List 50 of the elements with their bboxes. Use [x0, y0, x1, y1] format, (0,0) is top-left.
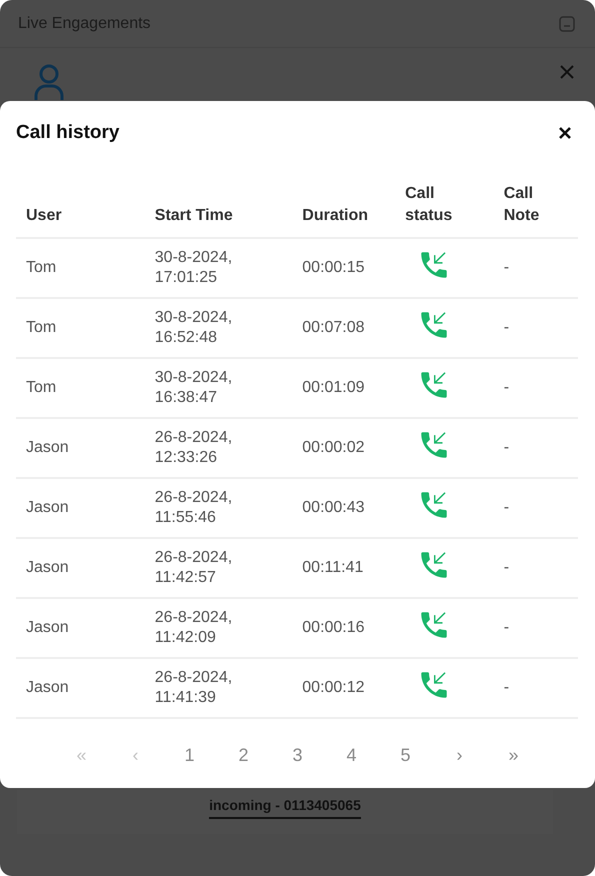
note-cell: - [504, 499, 510, 516]
duration-cell: 00:07:08 [302, 319, 365, 336]
duration-cell: 00:00:12 [302, 679, 365, 696]
column-header: Call status [405, 184, 454, 226]
user-icon [34, 64, 64, 100]
page-button[interactable]: 2 [216, 741, 270, 770]
page-button[interactable]: 1 [162, 741, 216, 770]
duration-cell: 00:00:15 [302, 259, 365, 276]
start-time-cell-text: 30-8-2024, 16:52:48 [154, 308, 234, 348]
user-cell: Tom [26, 259, 56, 276]
duration-cell: 00:00:02 [302, 439, 365, 456]
note-cell: - [504, 379, 510, 396]
user-cell: Jason [26, 619, 69, 636]
user-cell: Tom [26, 319, 56, 336]
duration-cell: 00:00:16 [302, 619, 365, 636]
user-cell: Jason [26, 499, 69, 516]
page-button[interactable]: 5 [378, 741, 432, 770]
note-cell: - [504, 679, 510, 696]
note-cell: - [504, 259, 510, 276]
start-time-cell-text: 26-8-2024, 12:33:26 [154, 428, 234, 468]
user-cell: Jason [26, 679, 69, 696]
duration-cell: 00:00:43 [302, 499, 365, 516]
user-cell: Tom [26, 379, 56, 396]
dialog-title: Call history [16, 122, 120, 144]
start-time-cell-text: 30-8-2024, 16:38:47 [154, 368, 234, 408]
user-cell: Jason [26, 559, 69, 576]
column-header: User [26, 206, 62, 226]
close-button[interactable] [557, 125, 573, 141]
note-cell: - [504, 559, 510, 576]
column-header: Call Note [504, 184, 540, 226]
column-header: Start Time [154, 206, 233, 226]
page-button[interactable]: » [486, 741, 540, 770]
start-time-cell-text: 26-8-2024, 11:42:09 [154, 608, 234, 648]
note-cell: - [504, 439, 510, 456]
page-button[interactable]: 4 [324, 741, 378, 770]
page-button[interactable]: 3 [270, 741, 324, 770]
duration-cell: 00:01:09 [302, 379, 365, 396]
user-cell: Jason [26, 439, 69, 456]
duration-cell: 00:11:41 [302, 559, 364, 576]
start-time-cell-text: 26-8-2024, 11:42:57 [154, 548, 234, 588]
note-cell: - [504, 619, 510, 636]
page-button[interactable]: › [432, 741, 486, 770]
close-icon[interactable] [559, 64, 575, 80]
call-link[interactable]: incoming - 0113405065 [209, 794, 361, 819]
minimize-icon[interactable] [559, 16, 575, 32]
start-time-cell-text: 30-8-2024, 17:01:25 [154, 248, 234, 288]
start-time-cell-text: 26-8-2024, 11:55:46 [154, 488, 234, 528]
note-cell: - [504, 319, 510, 336]
start-time-cell-text: 26-8-2024, 11:41:39 [154, 668, 234, 708]
column-header: Duration [302, 206, 368, 226]
